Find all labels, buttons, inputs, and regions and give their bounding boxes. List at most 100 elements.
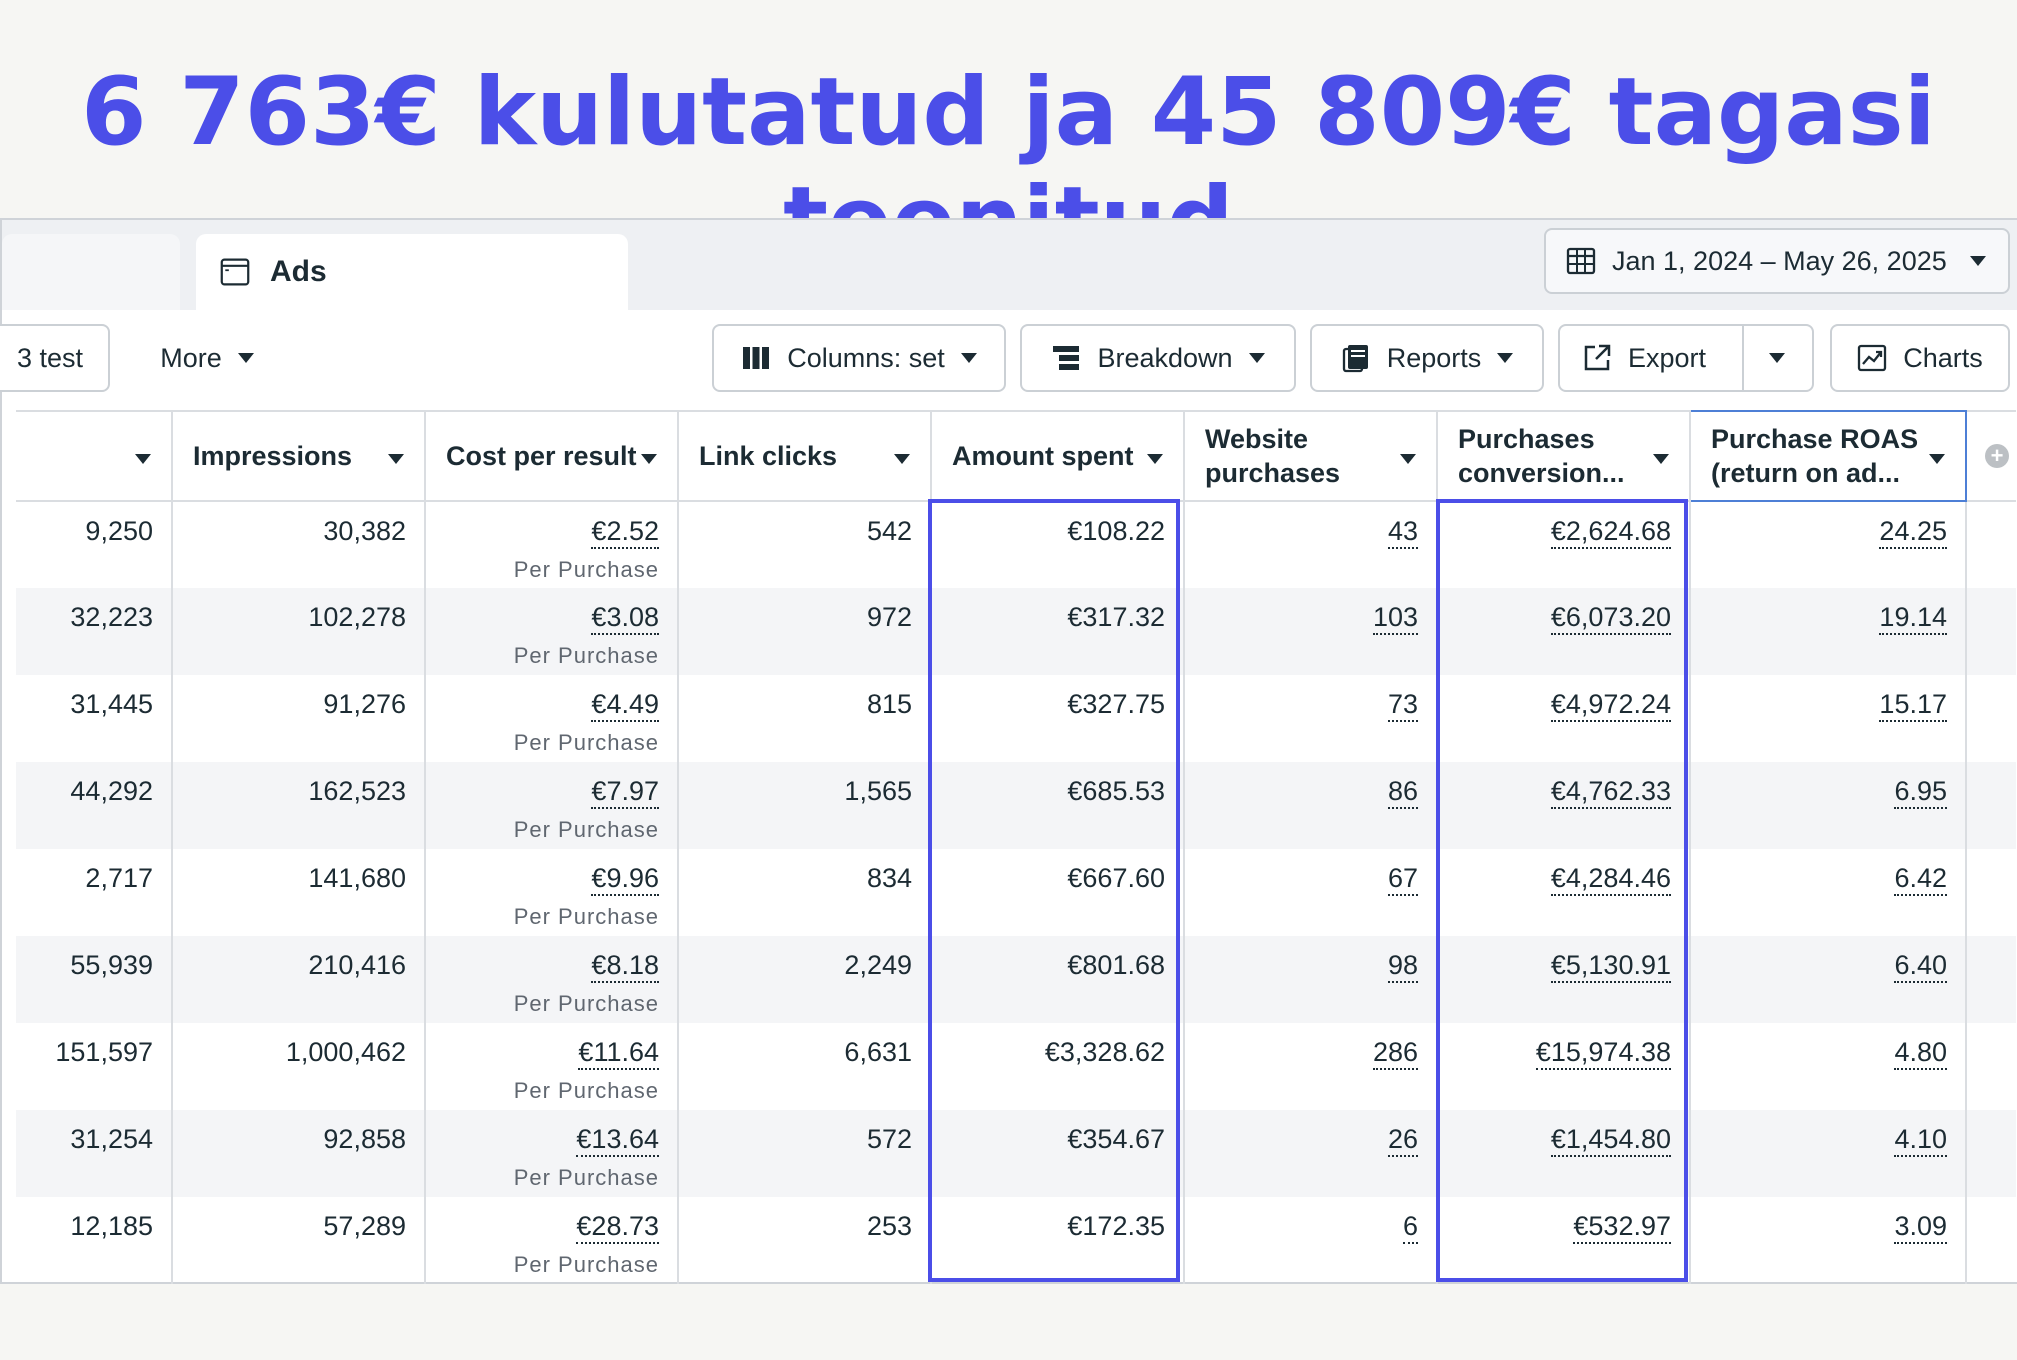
table-row[interactable]: 151,597 1,000,462 €11.64 Per Purchase 6,631 €…	[16, 1023, 2016, 1110]
cell-purchase-roas: 3.09	[1690, 1197, 1967, 1284]
column-header-link-clicks[interactable]: Link clicks	[678, 410, 932, 502]
tab-campaigns[interactable]	[2, 234, 180, 310]
columns-icon	[741, 343, 771, 373]
charts-button[interactable]: Charts	[1830, 324, 2010, 392]
columns-button[interactable]: Columns: set	[712, 324, 1006, 392]
cell-website-purchases: 73	[1184, 675, 1438, 762]
add-column-icon[interactable]: +	[1985, 444, 2009, 468]
cost-per-result-value[interactable]: €9.96	[591, 863, 659, 896]
tab-ads[interactable]: Ads	[196, 234, 628, 310]
chevron-down-icon[interactable]	[1929, 454, 1945, 464]
website-purchases-value[interactable]: 73	[1387, 689, 1418, 722]
cell-impressions: 102,278	[172, 588, 426, 675]
amount-spent-value: €317.32	[1067, 602, 1165, 632]
add-column-cell: +	[1966, 410, 2016, 502]
chevron-down-icon[interactable]	[135, 454, 151, 464]
ab-test-button[interactable]: 3 test	[0, 324, 110, 392]
purchases-conversion-value-value[interactable]: €2,624.68	[1550, 516, 1671, 549]
cost-per-result-value[interactable]: €13.64	[576, 1124, 659, 1157]
website-purchases-value[interactable]: 286	[1372, 1037, 1418, 1070]
amount-spent-value: €3,328.62	[1044, 1037, 1165, 1067]
cost-per-result-value[interactable]: €28.73	[576, 1211, 659, 1244]
chevron-down-icon[interactable]	[1653, 454, 1669, 464]
table-row[interactable]: 55,939 210,416 €8.18 Per Purchase 2,249 €801.…	[16, 936, 2016, 1023]
purchases-conversion-value-value[interactable]: €6,073.20	[1550, 602, 1671, 635]
cell-purchases-conversion-value: €2,624.68	[1437, 501, 1691, 588]
table-row[interactable]: 9,250 30,382 €2.52 Per Purchase 542 €108.22 43…	[16, 501, 2016, 588]
column-header-cost-per-result[interactable]: Cost per result	[425, 410, 679, 502]
amount-spent-value: €108.22	[1067, 516, 1165, 546]
table-row[interactable]: 12,185 57,289 €28.73 Per Purchase 253 €172.35…	[16, 1197, 2016, 1284]
purchases-conversion-value-value[interactable]: €5,130.91	[1550, 950, 1671, 983]
chevron-down-icon[interactable]	[1147, 454, 1163, 464]
table-row[interactable]: 2,717 141,680 €9.96 Per Purchase 834 €667.60 6…	[16, 849, 2016, 936]
cell-results: 9,250	[16, 501, 173, 588]
results-value: 55,939	[70, 950, 153, 980]
cost-per-result-value[interactable]: €8.18	[591, 950, 659, 983]
purchases-conversion-value-value[interactable]: €4,972.24	[1550, 689, 1671, 722]
cost-per-result-value[interactable]: €4.49	[591, 689, 659, 722]
cost-per-result-value[interactable]: €11.64	[578, 1037, 659, 1070]
website-purchases-value[interactable]: 86	[1387, 776, 1418, 809]
purchase-roas-value[interactable]: 6.42	[1894, 863, 1947, 896]
purchases-conversion-value-value[interactable]: €4,762.33	[1550, 776, 1671, 809]
website-purchases-value[interactable]: 43	[1387, 516, 1418, 549]
cell-purchase-roas: 6.95	[1690, 762, 1967, 849]
column-header-impressions[interactable]: Impressions	[172, 410, 426, 502]
cell-amount-spent: €108.22	[931, 501, 1185, 588]
purchase-roas-value[interactable]: 3.09	[1894, 1211, 1947, 1244]
purchases-conversion-value-value[interactable]: €1,454.80	[1550, 1124, 1671, 1157]
cell-link-clicks: 1,565	[678, 762, 932, 849]
reports-button[interactable]: Reports	[1310, 324, 1544, 392]
cell-cost-per-result: €4.49 Per Purchase	[425, 675, 679, 762]
website-purchases-value[interactable]: 98	[1387, 950, 1418, 983]
chevron-down-icon[interactable]	[894, 454, 910, 464]
table-row[interactable]: 31,254 92,858 €13.64 Per Purchase 572 €354.67…	[16, 1110, 2016, 1197]
table-row[interactable]: 31,445 91,276 €4.49 Per Purchase 815 €327.75 7…	[16, 675, 2016, 762]
chevron-down-icon[interactable]	[641, 454, 657, 464]
amount-spent-value: €354.67	[1067, 1124, 1165, 1154]
cell-amount-spent: €317.32	[931, 588, 1185, 675]
purchase-roas-value[interactable]: 6.40	[1894, 950, 1947, 983]
website-purchases-value[interactable]: 67	[1387, 863, 1418, 896]
website-purchases-value[interactable]: 6	[1402, 1211, 1418, 1244]
date-range-picker[interactable]: Jan 1, 2024 – May 26, 2025	[1544, 228, 2010, 294]
export-dropdown-icon[interactable]	[1769, 353, 1785, 363]
breakdown-button[interactable]: Breakdown	[1020, 324, 1296, 392]
link-clicks-value: 834	[866, 863, 912, 893]
column-header-website-purchases[interactable]: Website purchases	[1184, 410, 1438, 502]
ad-window-icon	[220, 257, 250, 287]
link-clicks-value: 6,631	[844, 1037, 912, 1067]
purchase-roas-value[interactable]: 19.14	[1879, 602, 1947, 635]
cost-per-result-value[interactable]: €2.52	[591, 516, 659, 549]
per-purchase-label: Per Purchase	[513, 1078, 659, 1103]
cost-per-result-value[interactable]: €7.97	[591, 776, 659, 809]
chevron-down-icon[interactable]	[388, 454, 404, 464]
purchase-roas-value[interactable]: 4.10	[1894, 1124, 1947, 1157]
cell-purchases-conversion-value: €5,130.91	[1437, 936, 1691, 1023]
website-purchases-value[interactable]: 103	[1372, 602, 1418, 635]
column-header-purchases-conversion[interactable]: Purchases conversion...	[1437, 410, 1691, 502]
purchase-roas-value[interactable]: 15.17	[1879, 689, 1947, 722]
cost-per-result-value[interactable]: €3.08	[591, 602, 659, 635]
table-row[interactable]: 44,292 162,523 €7.97 Per Purchase 1,565 €685.…	[16, 762, 2016, 849]
cell-spacer	[1966, 762, 2016, 849]
purchase-roas-value[interactable]: 6.95	[1894, 776, 1947, 809]
column-header-results[interactable]	[16, 410, 173, 502]
purchases-conversion-value-value[interactable]: €15,974.38	[1535, 1037, 1671, 1070]
export-button[interactable]: Export	[1558, 324, 1814, 392]
website-purchases-value[interactable]: 26	[1387, 1124, 1418, 1157]
purchase-roas-value[interactable]: 24.25	[1879, 516, 1947, 549]
cell-cost-per-result: €2.52 Per Purchase	[425, 501, 679, 588]
column-header-purchase-roas[interactable]: Purchase ROAS (return on ad...	[1689, 410, 1967, 502]
column-header-amount-spent[interactable]: Amount spent	[931, 410, 1185, 502]
cell-amount-spent: €685.53	[931, 762, 1185, 849]
purchase-roas-value[interactable]: 4.80	[1894, 1037, 1947, 1070]
cell-spacer	[1966, 1110, 2016, 1197]
link-clicks-value: 572	[866, 1124, 912, 1154]
table-row[interactable]: 32,223 102,278 €3.08 Per Purchase 972 €317.32…	[16, 588, 2016, 675]
purchases-conversion-value-value[interactable]: €532.97	[1573, 1211, 1671, 1244]
chevron-down-icon[interactable]	[1400, 454, 1416, 464]
more-button[interactable]: More	[142, 324, 272, 392]
purchases-conversion-value-value[interactable]: €4,284.46	[1550, 863, 1671, 896]
